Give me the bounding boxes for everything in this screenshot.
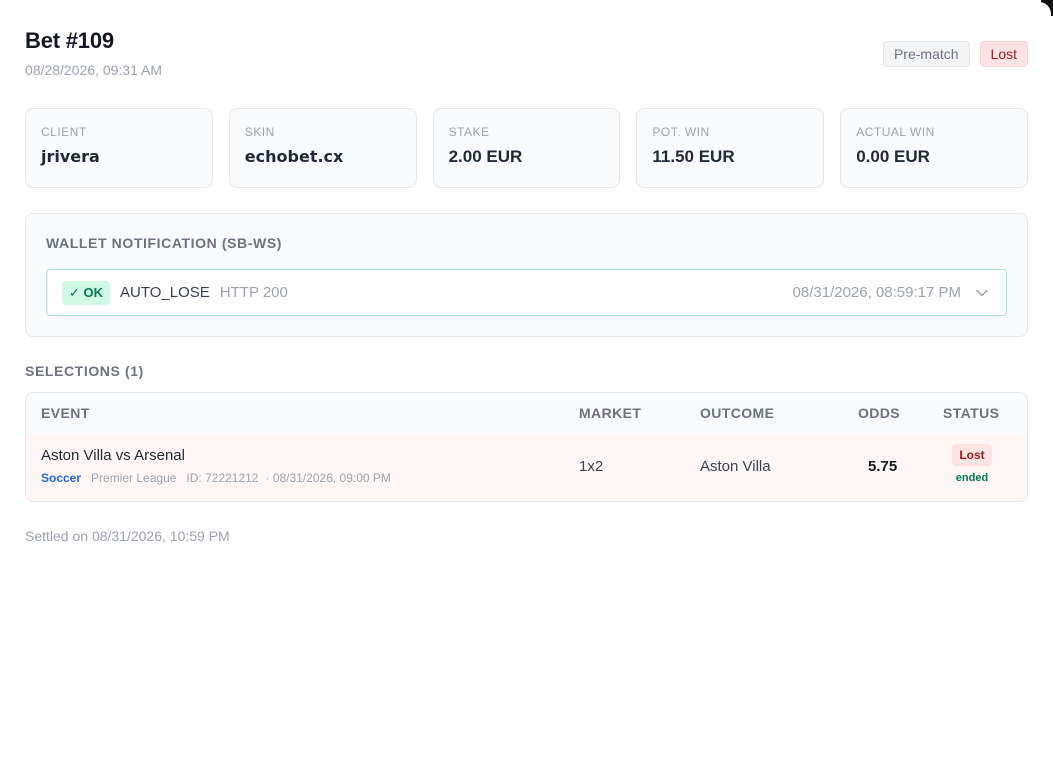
market-cell: 1x2 [579,458,604,475]
client-card: CLIENT jrivera [25,108,213,188]
status-badge: Lost [952,444,992,466]
card-label: CLIENT [41,125,87,139]
client-value: jrivera [41,147,100,166]
selections-heading: SELECTIONS (1) [25,363,144,379]
notification-type: AUTO_LOSE [120,284,210,301]
outcome-cell: Aston Villa [700,458,771,475]
column-market: MARKET [579,405,642,421]
table-row: Aston Villa vs Arsenal Soccer Premier Le… [26,434,1027,501]
column-odds: ODDS [858,405,901,421]
league-name: Premier League [91,471,177,485]
mode-badge: Pre-match [882,41,970,67]
wallet-notification-row[interactable]: ✓ OK AUTO_LOSE HTTP 200 08/31/2026, 08:5… [46,269,1007,316]
card-label: ACTUAL WIN [856,125,935,139]
table-header: EVENT MARKET OUTCOME ODDS STATUS [26,393,1027,434]
card-label: POT. WIN [652,125,710,139]
chevron-down-icon[interactable] [973,284,991,302]
odds-cell: 5.75 [868,458,898,475]
event-start: · 08/31/2026, 09:00 PM [265,471,391,485]
stake-value: 2.00 EUR [448,147,523,166]
http-status: HTTP 200 [219,284,288,301]
sport-link[interactable]: Soccer [41,471,81,485]
ok-status-badge: ✓ OK [62,280,111,305]
actual-win-value: 0.00 EUR [856,147,930,166]
event-state: ended [955,472,989,484]
bet-placed-date: 08/28/2026, 09:31 AM [25,62,162,78]
status-cell: Lost ended [950,444,994,484]
selections-table: EVENT MARKET OUTCOME ODDS STATUS Aston V… [25,392,1028,502]
bet-header: Bet #109 08/28/2026, 09:31 AM [25,28,162,78]
settled-date: Settled on 08/31/2026, 10:59 PM [25,528,230,544]
notification-timestamp: 08/31/2026, 08:59:17 PM [792,284,961,301]
pot-win-value: 11.50 EUR [652,147,735,166]
wallet-notification-panel: WALLET NOTIFICATION (SB-WS) ✓ OK AUTO_LO… [25,213,1028,337]
pot-win-card: POT. WIN 11.50 EUR [636,108,825,188]
column-event: EVENT [41,405,90,421]
actual-win-card: ACTUAL WIN 0.00 EUR [840,108,1028,188]
skin-card: SKIN echobet.cx [228,108,417,188]
event-name: Aston Villa vs Arsenal [41,447,185,464]
stake-card: STAKE 2.00 EUR [432,108,621,188]
summary-cards: CLIENT jrivera SKIN echobet.cx STAKE 2.0… [25,108,1028,188]
column-outcome: OUTCOME [700,405,775,421]
event-meta: Soccer Premier League ID: 72221212 · 08/… [41,471,391,485]
bet-badges: Pre-match Lost [882,41,1028,67]
card-label: SKIN [244,125,275,139]
skin-value: echobet.cx [244,147,344,166]
window-corner [1035,0,1053,18]
page-title: Bet #109 [25,28,114,53]
column-status: STATUS [943,405,1000,421]
wallet-heading: WALLET NOTIFICATION (SB-WS) [46,235,283,251]
card-label: STAKE [448,125,490,139]
event-id: ID: 72221212 [186,471,259,485]
result-badge: Lost [979,41,1028,67]
